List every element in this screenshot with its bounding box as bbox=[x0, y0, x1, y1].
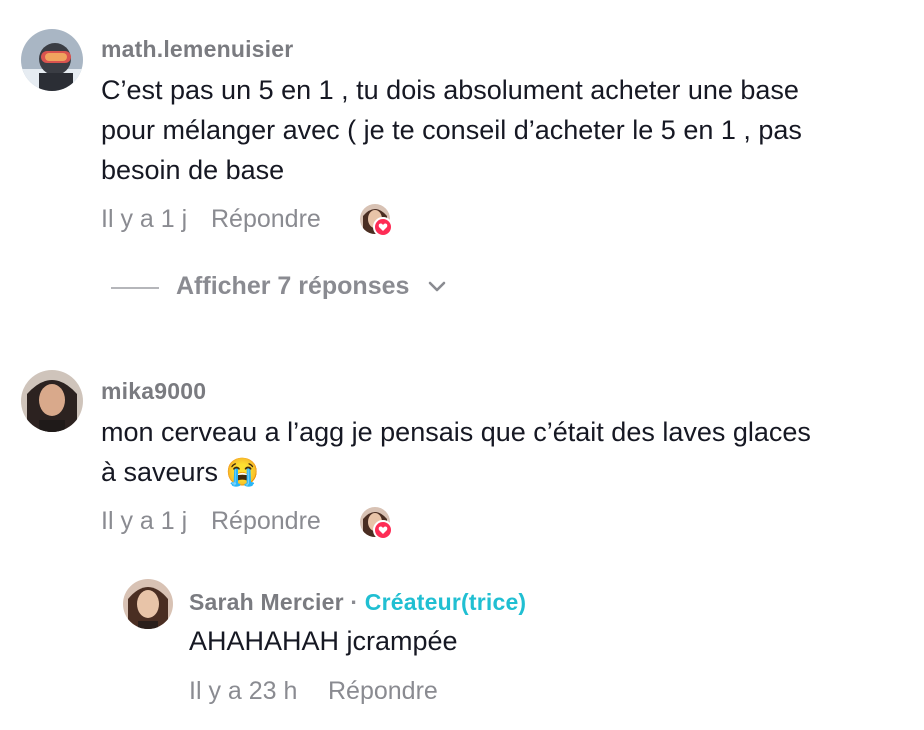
comment-time: Il y a 1 j bbox=[101, 507, 188, 535]
separator-dot: · bbox=[343, 589, 365, 615]
comment-text-line: à saveurs 😭 bbox=[101, 457, 260, 487]
comment-text-line: mon cerveau a l’agg je pensais que c’éta… bbox=[101, 417, 811, 447]
creator-liked-indicator bbox=[360, 507, 393, 540]
comment-text-line: C’est pas un 5 en 1 , tu dois absolument… bbox=[101, 75, 799, 105]
reply-button[interactable]: Répondre bbox=[211, 205, 321, 234]
heart-icon bbox=[373, 217, 393, 237]
avatar[interactable] bbox=[123, 579, 173, 629]
reply-text: AHAHAHAH jcrampée bbox=[189, 626, 458, 656]
creator-badge: Créateur(trice) bbox=[364, 589, 527, 615]
comment-time: Il y a 1 j bbox=[101, 205, 188, 233]
avatar[interactable] bbox=[21, 29, 83, 91]
avatar[interactable] bbox=[21, 370, 83, 432]
creator-liked-indicator bbox=[360, 204, 393, 237]
comment-username[interactable]: mika9000 bbox=[101, 378, 206, 405]
reply-time: Il y a 23 h bbox=[189, 677, 298, 705]
reply-button[interactable]: Répondre bbox=[328, 677, 438, 706]
chevron-down-icon bbox=[429, 282, 446, 292]
view-replies-button[interactable]: Afficher 7 réponses bbox=[176, 272, 446, 301]
comment-text-line: besoin de base bbox=[101, 155, 285, 185]
comment-text-line: pour mélanger avec ( je te conseil d’ach… bbox=[101, 115, 802, 145]
reply-header: Sarah Mercier · Créateur(trice) bbox=[189, 589, 526, 616]
view-replies-divider bbox=[111, 287, 159, 289]
comment-text: C’est pas un 5 en 1 , tu dois absolument… bbox=[101, 70, 916, 190]
reply-button[interactable]: Répondre bbox=[211, 507, 321, 536]
comment-username[interactable]: math.lemenuisier bbox=[101, 36, 293, 63]
heart-icon bbox=[373, 520, 393, 540]
reply-username[interactable]: Sarah Mercier bbox=[189, 589, 344, 615]
comment-text: mon cerveau a l’agg je pensais que c’éta… bbox=[101, 412, 916, 492]
view-replies-label: Afficher 7 réponses bbox=[176, 272, 410, 300]
